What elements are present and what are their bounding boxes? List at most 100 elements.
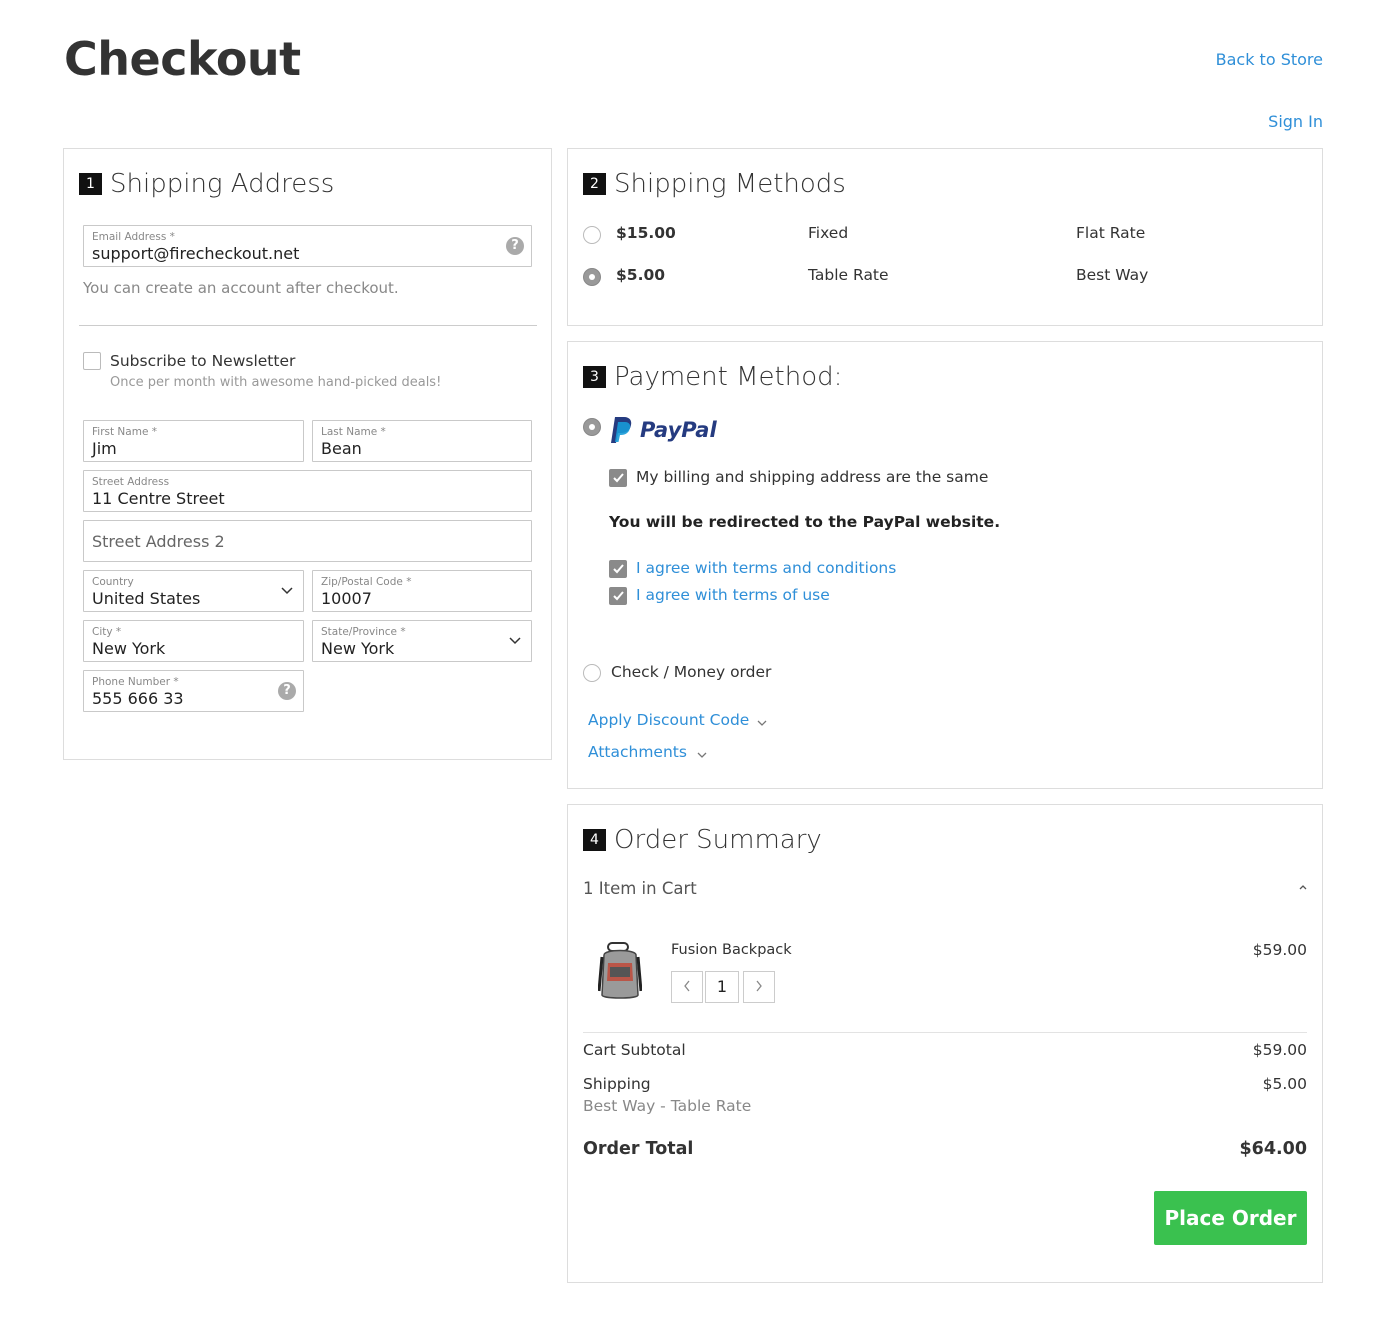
street-address-label: Street Address	[92, 476, 170, 488]
shipping-option-flat-rate-radio[interactable]	[583, 226, 601, 244]
paypal-logo-text: PayPal	[640, 418, 717, 442]
order-summary-panel: 4 Order Summary 1 Item in Cart Fusion Ba…	[567, 804, 1323, 1283]
section-title: Shipping Methods	[614, 169, 846, 199]
shipping-value: $5.00	[1262, 1075, 1307, 1093]
section-title: Shipping Address	[110, 169, 335, 199]
order-total-value: $64.00	[1239, 1139, 1307, 1159]
last-name-label: Last Name *	[321, 426, 386, 438]
first-name-label: First Name *	[92, 426, 157, 438]
last-name-value: Bean	[321, 439, 362, 458]
check-money-order-radio[interactable]	[583, 664, 601, 682]
shipping-method-summary: Best Way - Table Rate	[583, 1097, 752, 1115]
terms-conditions-link[interactable]: I agree with terms and conditions	[636, 559, 896, 577]
sign-in-link[interactable]: Sign In	[1268, 112, 1323, 131]
shipping-method-name: Fixed	[808, 224, 849, 242]
chevron-down-icon	[281, 587, 293, 595]
section-title: Order Summary	[614, 825, 822, 855]
email-label: Email Address *	[92, 231, 175, 243]
back-to-store-link[interactable]: Back to Store	[1216, 50, 1323, 69]
product-name: Fusion Backpack	[671, 942, 792, 958]
same-address-checkbox[interactable]	[609, 469, 627, 487]
country-value: United States	[92, 589, 201, 608]
state-value: New York	[321, 639, 395, 658]
chevron-right-icon	[756, 980, 762, 991]
payment-method-heading: 3 Payment Method:	[583, 362, 842, 392]
divider	[79, 325, 537, 326]
first-name-value: Jim	[92, 439, 117, 458]
place-order-button[interactable]: Place Order	[1154, 1191, 1307, 1245]
zip-value: 10007	[321, 589, 372, 608]
street-address-field[interactable]: Street Address 11 Centre Street	[83, 470, 532, 512]
shipping-methods-panel: 2 Shipping Methods $15.00 Fixed Flat Rat…	[567, 148, 1323, 326]
shipping-address-heading: 1 Shipping Address	[79, 169, 334, 199]
street-address-value: 11 Centre Street	[92, 489, 225, 508]
terms-of-use-link[interactable]: I agree with terms of use	[636, 586, 830, 604]
order-summary-heading: 4 Order Summary	[583, 825, 822, 855]
help-icon[interactable]: ?	[506, 237, 524, 255]
country-label: Country	[92, 576, 134, 588]
newsletter-checkbox[interactable]	[83, 352, 101, 370]
divider	[583, 1032, 1307, 1033]
city-value: New York	[92, 639, 166, 658]
chevron-down-icon	[757, 720, 767, 726]
phone-field[interactable]: Phone Number * 555 666 33 ?	[83, 670, 304, 712]
step-number: 2	[583, 173, 606, 195]
zip-field[interactable]: Zip/Postal Code * 10007	[312, 570, 532, 612]
last-name-field[interactable]: Last Name * Bean	[312, 420, 532, 462]
phone-value: 555 666 33	[92, 689, 184, 708]
chevron-down-icon	[509, 637, 521, 645]
terms-of-use-checkbox[interactable]	[609, 587, 627, 605]
shipping-option-table-rate-radio[interactable]	[583, 268, 601, 286]
email-field[interactable]: Email Address * support@firecheckout.net…	[83, 225, 532, 267]
same-address-label: My billing and shipping address are the …	[636, 468, 989, 486]
payment-method-panel: 3 Payment Method: PayPal My billing and …	[567, 341, 1323, 789]
state-select[interactable]: State/Province * New York	[312, 620, 532, 662]
city-label: City *	[92, 626, 122, 638]
order-total-label: Order Total	[583, 1139, 694, 1159]
country-select[interactable]: Country United States	[83, 570, 304, 612]
state-label: State/Province *	[321, 626, 406, 638]
subtotal-value: $59.00	[1252, 1041, 1307, 1059]
chevron-left-icon	[684, 980, 690, 991]
paypal-logo-icon	[611, 417, 632, 443]
street-address-2-placeholder: Street Address 2	[92, 532, 225, 551]
shipping-methods-heading: 2 Shipping Methods	[583, 169, 846, 199]
product-price: $59.00	[1252, 941, 1307, 959]
first-name-field[interactable]: First Name * Jim	[83, 420, 304, 462]
paypal-redirect-note: You will be redirected to the PayPal web…	[609, 513, 1001, 531]
shipping-price: $15.00	[616, 224, 676, 242]
shipping-carrier-name: Best Way	[1076, 266, 1149, 284]
step-number: 1	[79, 173, 102, 195]
email-note: You can create an account after checkout…	[83, 279, 399, 297]
page-title: Checkout	[64, 32, 301, 86]
shipping-carrier-name: Flat Rate	[1076, 224, 1146, 242]
paypal-radio[interactable]	[583, 418, 601, 436]
city-field[interactable]: City * New York	[83, 620, 304, 662]
qty-increase-button[interactable]	[743, 971, 775, 1003]
product-thumbnail	[598, 942, 642, 999]
chevron-up-icon[interactable]	[1298, 883, 1308, 891]
shipping-address-panel: 1 Shipping Address Email Address * suppo…	[63, 148, 552, 760]
step-number: 4	[583, 829, 606, 851]
apply-discount-link[interactable]: Apply Discount Code	[588, 711, 749, 729]
qty-decrease-button[interactable]	[671, 971, 703, 1003]
email-value: support@firecheckout.net	[92, 244, 300, 263]
shipping-price: $5.00	[616, 266, 666, 284]
street-address-2-field[interactable]: Street Address 2	[83, 520, 532, 562]
phone-label: Phone Number *	[92, 676, 179, 688]
check-money-order-label: Check / Money order	[611, 663, 772, 681]
zip-label: Zip/Postal Code *	[321, 576, 412, 588]
subtotal-label: Cart Subtotal	[583, 1041, 686, 1059]
newsletter-label: Subscribe to Newsletter	[110, 352, 296, 370]
terms-checkbox[interactable]	[609, 560, 627, 578]
chevron-down-icon	[697, 752, 707, 758]
help-icon[interactable]: ?	[278, 682, 296, 700]
newsletter-note: Once per month with awesome hand-picked …	[110, 375, 442, 390]
qty-input[interactable]: 1	[705, 971, 739, 1003]
shipping-label: Shipping	[583, 1075, 651, 1093]
shipping-method-name: Table Rate	[808, 266, 889, 284]
step-number: 3	[583, 366, 606, 388]
items-in-cart-toggle[interactable]: 1 Item in Cart	[583, 879, 697, 898]
attachments-link[interactable]: Attachments	[588, 743, 687, 761]
section-title: Payment Method:	[614, 362, 843, 392]
